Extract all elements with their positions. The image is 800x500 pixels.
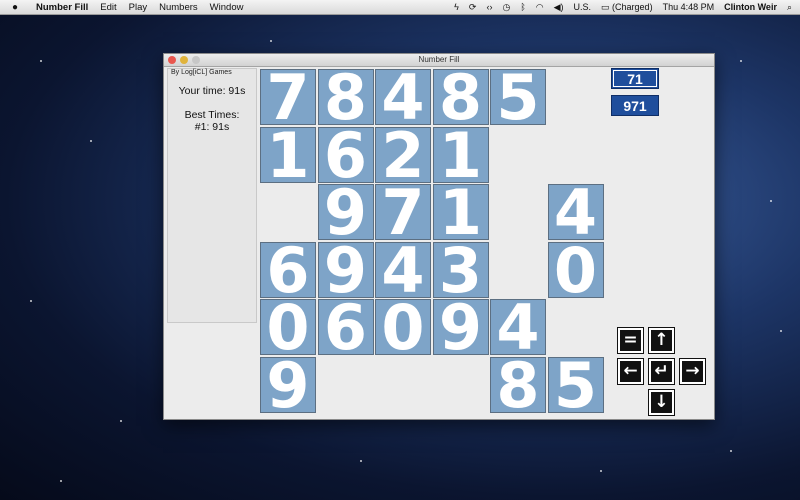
number-tile[interactable]: 3 (432, 239, 489, 301)
number-tile[interactable]: 5 (490, 67, 546, 129)
number-tile[interactable]: 1 (432, 124, 489, 186)
status-area: ϟ ⟳ ‹› ◷ ᛒ ◠ ◀) U.S. ▭ (Charged) Thu 4:4… (454, 0, 792, 14)
number-tile[interactable]: 6 (317, 297, 374, 359)
input-source[interactable]: U.S. (574, 2, 592, 12)
info-panel: By Log[iCL] Games Your time: 91s Best Ti… (167, 68, 257, 323)
number-tile[interactable]: 8 (490, 354, 546, 416)
zoom-button[interactable] (192, 56, 200, 64)
code-icon[interactable]: ‹› (486, 2, 492, 12)
apple-icon[interactable]: ● (12, 2, 26, 13)
best-time-entry: #1: 91s (194, 121, 230, 133)
number-tile[interactable]: 0 (375, 297, 431, 359)
your-time: Your time: 91s (178, 85, 246, 97)
number-tile[interactable]: 8 (317, 67, 374, 129)
clock[interactable]: Thu 4:48 PM (663, 2, 715, 12)
number-tile[interactable]: 8 (432, 67, 489, 129)
menu-bar: ● Number Fill Edit Play Numbers Window ϟ… (0, 0, 800, 15)
bluetooth-icon[interactable]: ᛒ (520, 2, 525, 12)
spotlight-icon[interactable]: ⌕ (787, 2, 792, 13)
game-window: Number Fill By Log[iCL] Games Your time:… (163, 53, 715, 420)
up-arrow-button[interactable]: ↑ (649, 328, 674, 353)
number-tile[interactable]: 9 (260, 354, 316, 416)
target-number[interactable]: 71 (611, 68, 659, 89)
number-tile[interactable]: 4 (547, 182, 604, 244)
enter-button[interactable]: ↵ (649, 359, 674, 384)
sync-icon[interactable]: ⟳ (469, 2, 477, 13)
target-number[interactable]: 971 (611, 95, 659, 116)
battery-label: (Charged) (612, 1, 653, 12)
best-times-header: Best Times: (184, 109, 240, 121)
left-arrow-button[interactable]: ← (618, 359, 643, 384)
number-tile[interactable]: 1 (432, 182, 489, 244)
battery-status[interactable]: ▭ (Charged) (601, 2, 653, 13)
wifi-icon[interactable]: ◠ (536, 2, 544, 13)
number-tile[interactable]: 6 (260, 239, 316, 301)
number-tile[interactable]: 0 (260, 297, 316, 359)
number-tile[interactable]: 0 (547, 239, 604, 301)
minimize-button[interactable] (180, 56, 188, 64)
equals-button[interactable]: = (618, 328, 643, 353)
number-tile[interactable]: 4 (375, 67, 431, 129)
menu-play[interactable]: Play (129, 2, 147, 13)
battery-icon: ▭ (601, 1, 610, 12)
right-arrow-button[interactable]: → (680, 359, 705, 384)
number-tile[interactable]: 5 (547, 354, 604, 416)
number-tile[interactable]: 9 (317, 239, 374, 301)
time-machine-icon[interactable]: ◷ (502, 2, 510, 13)
volume-icon[interactable]: ◀) (554, 2, 564, 13)
menu-window[interactable]: Window (210, 2, 244, 13)
user-name[interactable]: Clinton Weir (724, 2, 777, 12)
number-tile[interactable]: 9 (317, 182, 374, 244)
close-button[interactable] (168, 56, 176, 64)
number-tile[interactable]: 2 (375, 124, 431, 186)
credit-label: By Log[iCL] Games (171, 69, 232, 76)
number-tile[interactable]: 4 (490, 297, 546, 359)
number-tile[interactable]: 9 (432, 297, 489, 359)
menu-numbers[interactable]: Numbers (159, 2, 198, 13)
down-arrow-button[interactable]: ↓ (649, 390, 674, 415)
number-tile[interactable]: 7 (260, 67, 316, 129)
number-tile[interactable]: 7 (375, 182, 431, 244)
menu-app-name[interactable]: Number Fill (36, 2, 88, 13)
number-tile[interactable]: 1 (260, 124, 316, 186)
number-tile[interactable]: 4 (375, 239, 431, 301)
bolt-icon[interactable]: ϟ (454, 2, 459, 12)
menu-edit[interactable]: Edit (100, 2, 116, 13)
number-tile[interactable]: 6 (317, 124, 374, 186)
